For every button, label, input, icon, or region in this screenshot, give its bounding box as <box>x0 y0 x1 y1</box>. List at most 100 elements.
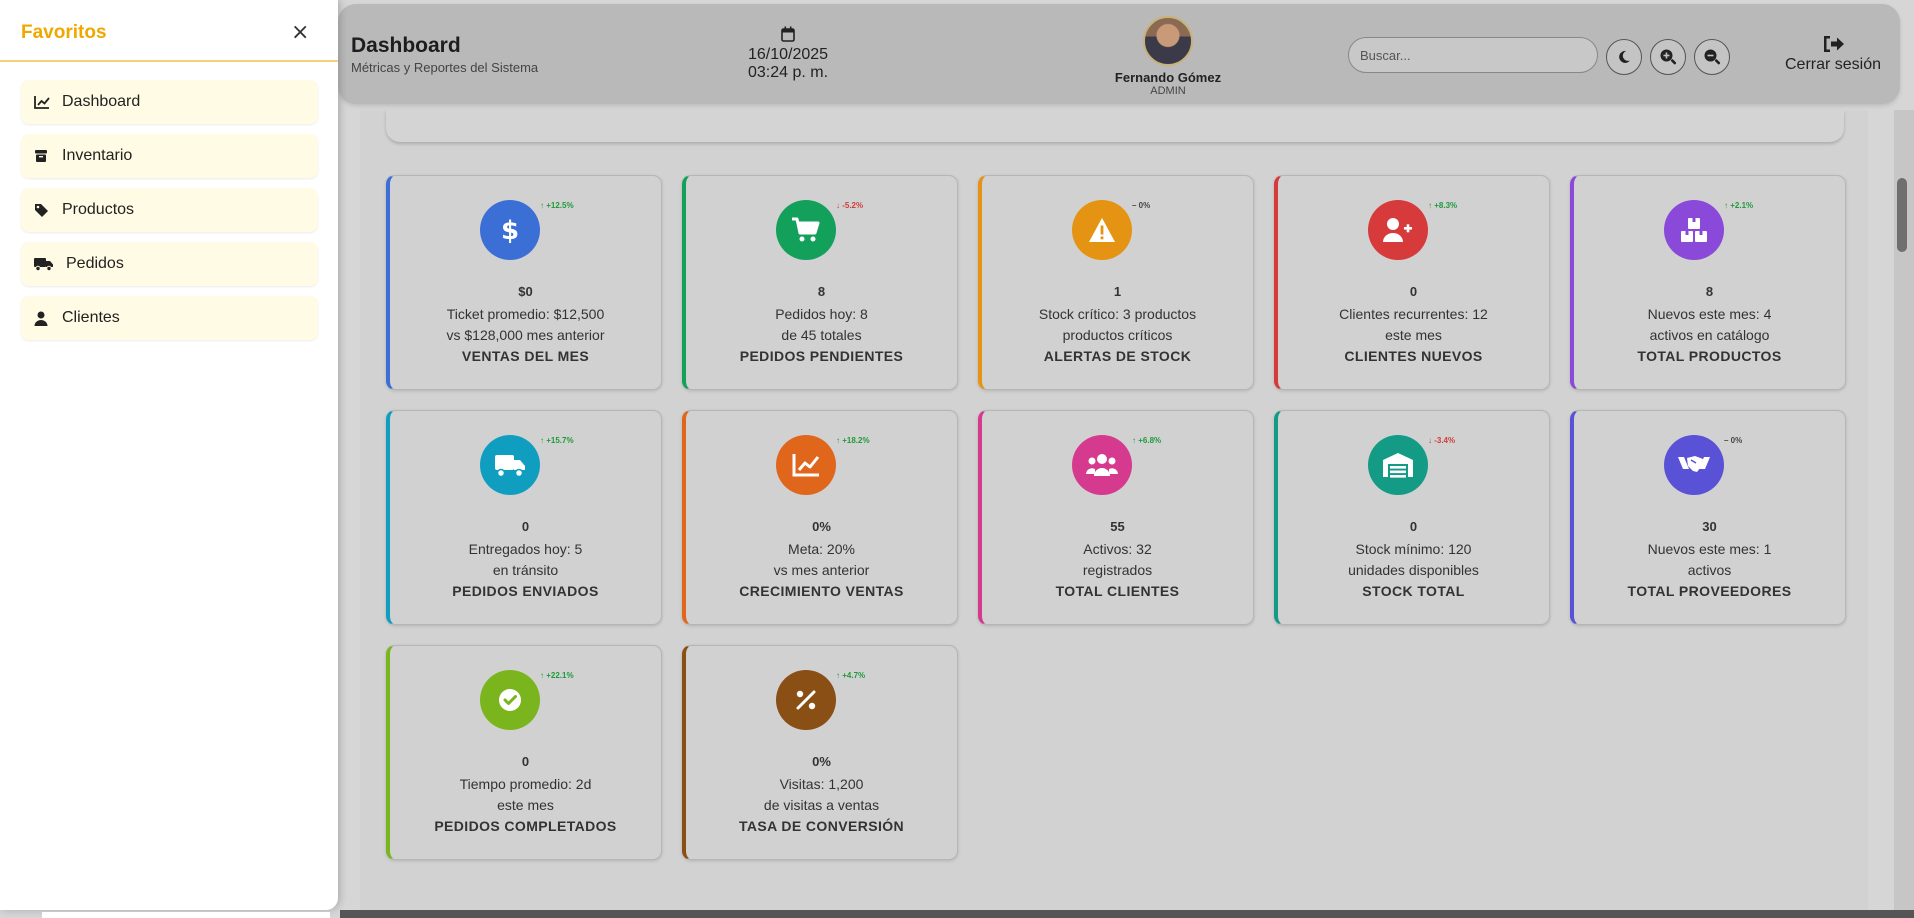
trend-badge: ↑ +15.7% <box>540 436 574 445</box>
metric-title: VENTAS DEL MES <box>461 348 590 364</box>
handshake-icon <box>1664 435 1724 495</box>
favorite-item-productos[interactable]: Productos <box>21 188 318 232</box>
metric-detail: Stock crítico: 3 productos <box>1038 306 1197 322</box>
trend-badge: ↑ +12.5% <box>540 201 574 210</box>
metric-title: CRECIMIENTO VENTAS <box>739 583 904 599</box>
favorite-item-clientes[interactable]: Clientes <box>21 296 318 340</box>
user-plus-icon <box>1368 200 1428 260</box>
drawer-bottom-strip <box>42 912 330 918</box>
trend-badge: ↑ +6.8% <box>1132 436 1162 445</box>
current-date: 16/10/2025 <box>747 46 829 63</box>
moon-icon <box>1619 50 1630 63</box>
chart-line-icon <box>34 95 56 109</box>
search-input[interactable] <box>1348 37 1598 73</box>
metric-detail-secondary: en tránsito <box>492 562 559 578</box>
logout-button[interactable]: Cerrar sesión <box>1778 34 1888 74</box>
svg-text:$: $ <box>501 216 519 245</box>
page-title: Dashboard <box>351 34 461 57</box>
favorite-label: Clientes <box>62 309 120 326</box>
tag-icon <box>34 203 56 218</box>
favorite-label: Dashboard <box>62 93 141 110</box>
metric-card[interactable]: ↑ +6.8% 55 Activos: 32 registrados TOTAL CLI… <box>978 410 1254 625</box>
zoom-out-button[interactable] <box>1694 39 1730 75</box>
current-time: 03:24 p. m. <box>747 64 829 81</box>
trend-badge: ↓ -5.2% <box>836 201 864 210</box>
metric-card[interactable]: ↑ +2.1% 8 Nuevos este mes: 4 activos en cat… <box>1570 175 1846 390</box>
metric-detail-secondary: productos críticos <box>1062 327 1173 343</box>
user-name: Fernando Gómez <box>1114 70 1222 85</box>
metric-title: CLIENTES NUEVOS <box>1344 348 1483 364</box>
chart-line-icon <box>776 435 836 495</box>
user-icon <box>34 311 56 326</box>
metric-detail-secondary: vs mes anterior <box>773 562 870 578</box>
favorites-title: Favoritos <box>21 22 107 43</box>
favorites-header: Favoritos × <box>0 0 338 62</box>
metric-detail-secondary: de 45 totales <box>781 327 862 343</box>
metric-detail-secondary: unidades disponibles <box>1348 562 1479 578</box>
trend-badge: ↑ +22.1% <box>540 671 574 680</box>
metric-title: PEDIDOS ENVIADOS <box>452 583 599 599</box>
metric-detail-secondary: vs $128,000 mes anterior <box>446 327 605 343</box>
warning-icon <box>1072 200 1132 260</box>
metric-card[interactable]: ↓ -3.4% 0 Stock mínimo: 120 unidades dispon… <box>1274 410 1550 625</box>
scrollbar-thumb[interactable] <box>1897 178 1907 252</box>
trend-badge: – 0% <box>1132 201 1151 210</box>
metric-detail: Tiempo promedio: 2d <box>459 776 592 792</box>
calendar-icon <box>781 26 795 42</box>
favorites-drawer: Favoritos × Dashboard Inventario Product… <box>0 0 338 910</box>
metric-value: 8 <box>1705 284 1714 299</box>
metric-detail: Stock mínimo: 120 <box>1355 541 1472 557</box>
trend-badge: ↑ +2.1% <box>1724 201 1754 210</box>
metric-detail: Activos: 32 <box>1083 541 1152 557</box>
cart-icon <box>776 200 836 260</box>
top-bar: Dashboard Métricas y Reportes del Sistem… <box>338 4 1900 104</box>
taskbar-strip <box>340 910 1914 918</box>
metric-title: TASA DE CONVERSIÓN <box>738 818 905 834</box>
metric-value: 0 <box>1409 284 1418 299</box>
metric-detail: Entregados hoy: 5 <box>468 541 583 557</box>
trend-badge: – 0% <box>1724 436 1743 445</box>
metric-title: PEDIDOS COMPLETADOS <box>434 818 617 834</box>
metric-title: TOTAL PRODUCTOS <box>1637 348 1782 364</box>
page-subtitle: Métricas y Reportes del Sistema <box>351 60 539 75</box>
favorite-item-dashboard[interactable]: Dashboard <box>21 80 318 124</box>
metric-detail: Visitas: 1,200 <box>779 776 864 792</box>
close-button[interactable]: × <box>291 20 309 45</box>
favorite-item-inventario[interactable]: Inventario <box>21 134 318 178</box>
favorite-label: Inventario <box>62 147 133 164</box>
favorite-label: Productos <box>62 201 135 218</box>
metric-card[interactable]: ↑ +22.1% 0 Tiempo promedio: 2d este mes PEDI… <box>386 645 662 860</box>
metric-detail-secondary: activos <box>1687 562 1732 578</box>
datetime: 16/10/2025 03:24 p. m. <box>738 26 838 82</box>
metric-value: 55 <box>1110 519 1125 534</box>
percent-icon <box>776 670 836 730</box>
truck-icon <box>34 257 60 271</box>
metric-detail: Nuevos este mes: 1 <box>1647 541 1772 557</box>
user-profile[interactable]: Fernando Gómez ADMIN <box>1098 16 1238 97</box>
metric-card[interactable]: ↑ +18.2% 0% Meta: 20% vs mes anterior CRECIM… <box>682 410 958 625</box>
favorite-label: Pedidos <box>66 255 124 272</box>
metric-title: STOCK TOTAL <box>1362 583 1465 599</box>
metric-value: 0 <box>521 519 530 534</box>
previous-section-card <box>386 110 1844 142</box>
metric-card[interactable]: – 0% 1 Stock crítico: 3 productos productos… <box>978 175 1254 390</box>
metric-card[interactable]: ↑ +4.7% 0% Visitas: 1,200 de visitas a vent… <box>682 645 958 860</box>
trend-badge: ↓ -3.4% <box>1428 436 1456 445</box>
zoom-out-icon <box>1704 49 1721 65</box>
metric-value: 0 <box>521 754 530 769</box>
metric-card[interactable]: $ ↑ +12.5% $0 Ticket promedio: $12,500 vs $1… <box>386 175 662 390</box>
metric-card[interactable]: ↑ +8.3% 0 Clientes recurrentes: 12 este mes… <box>1274 175 1550 390</box>
avatar[interactable] <box>1143 16 1193 66</box>
metric-title: TOTAL CLIENTES <box>1055 583 1180 599</box>
metric-title: ALERTAS DE STOCK <box>1043 348 1192 364</box>
zoom-in-button[interactable] <box>1650 39 1686 75</box>
metric-value: 0 <box>1409 519 1418 534</box>
box-icon <box>34 149 56 163</box>
metric-card[interactable]: ↓ -5.2% 8 Pedidos hoy: 8 de 45 totales PEDID… <box>682 175 958 390</box>
metric-card[interactable]: – 0% 30 Nuevos este mes: 1 activos TOTAL PRO… <box>1570 410 1846 625</box>
favorite-item-pedidos[interactable]: Pedidos <box>21 242 318 286</box>
dark-mode-button[interactable] <box>1606 39 1642 75</box>
metric-value: $0 <box>518 284 533 299</box>
metric-card[interactable]: ↑ +15.7% 0 Entregados hoy: 5 en tránsito PED… <box>386 410 662 625</box>
metric-value: 1 <box>1113 284 1122 299</box>
